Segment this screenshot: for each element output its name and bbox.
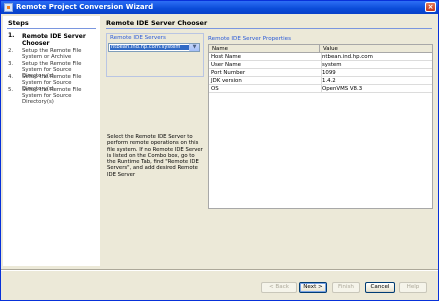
- servers-label: Remote IDE Servers: [110, 35, 166, 41]
- step-number: 5.: [8, 87, 14, 93]
- button-bar-divider: [1, 269, 438, 270]
- property-name: Port Number: [209, 69, 322, 76]
- table-row[interactable]: Host Name ntbean.ind.hp.com: [209, 53, 432, 61]
- property-name: OS: [209, 85, 322, 92]
- step-number: 3.: [8, 61, 14, 67]
- table-row[interactable]: Port Number 1099: [209, 69, 432, 77]
- app-icon: [4, 3, 13, 12]
- cancel-button[interactable]: Cancel: [365, 282, 395, 293]
- property-value: system: [322, 62, 342, 68]
- property-name: User Name: [209, 61, 322, 68]
- wizard-window: Remote Project Conversion Wizard × Steps…: [0, 0, 439, 301]
- property-value: 1099: [322, 70, 336, 76]
- help-description: Select the Remote IDE Server to perform …: [107, 134, 203, 178]
- finish-button[interactable]: Finish: [332, 282, 360, 293]
- properties-label: Remote IDE Server Properties: [208, 36, 292, 42]
- step-label: Remote IDE Server Chooser: [22, 33, 86, 47]
- window-title: Remote Project Conversion Wizard: [16, 3, 154, 11]
- step-label: Setup the Remote File System for Source …: [22, 87, 82, 105]
- table-row[interactable]: User Name system: [209, 61, 432, 69]
- close-button[interactable]: ×: [425, 2, 436, 12]
- steps-panel: Steps 1. Remote IDE Server Chooser 2. Se…: [3, 16, 100, 266]
- table-row[interactable]: JDK version 1.4.2: [209, 77, 432, 85]
- back-button[interactable]: < Back: [261, 282, 297, 293]
- next-button[interactable]: Next >: [299, 282, 327, 293]
- steps-divider: [7, 28, 96, 29]
- step-number: 4.: [8, 74, 14, 80]
- properties-table: Name Value Host Name ntbean.ind.hp.com U…: [208, 44, 433, 209]
- step-label: Setup the Remote File System or Archive: [22, 48, 82, 60]
- property-name: Host Name: [209, 53, 322, 60]
- page-title: Remote IDE Server Chooser: [106, 19, 208, 27]
- selected-server: ntbean.ind.hp.com:system: [110, 45, 190, 50]
- property-value: ntbean.ind.hp.com: [322, 54, 373, 60]
- chevron-down-icon[interactable]: ▼: [189, 44, 199, 51]
- title-divider: [106, 28, 432, 29]
- property-value: OpenVMS V8.3: [322, 86, 363, 92]
- server-combo-box[interactable]: ntbean.ind.hp.com:system ▼: [108, 43, 200, 52]
- main-panel: Remote IDE Server Chooser Remote IDE Ser…: [102, 16, 436, 266]
- steps-title: Steps: [8, 19, 29, 27]
- title-bar[interactable]: Remote Project Conversion Wizard ×: [1, 1, 438, 14]
- column-header-name[interactable]: Name: [209, 45, 320, 53]
- step-number: 2.: [8, 48, 14, 54]
- property-name: JDK version: [209, 77, 322, 84]
- help-button[interactable]: Help: [399, 282, 427, 293]
- table-row[interactable]: OS OpenVMS V8.3: [209, 85, 432, 93]
- step-number: 1.: [8, 32, 15, 39]
- column-header-value[interactable]: Value: [320, 45, 432, 53]
- property-value: 1.4.2: [322, 78, 336, 84]
